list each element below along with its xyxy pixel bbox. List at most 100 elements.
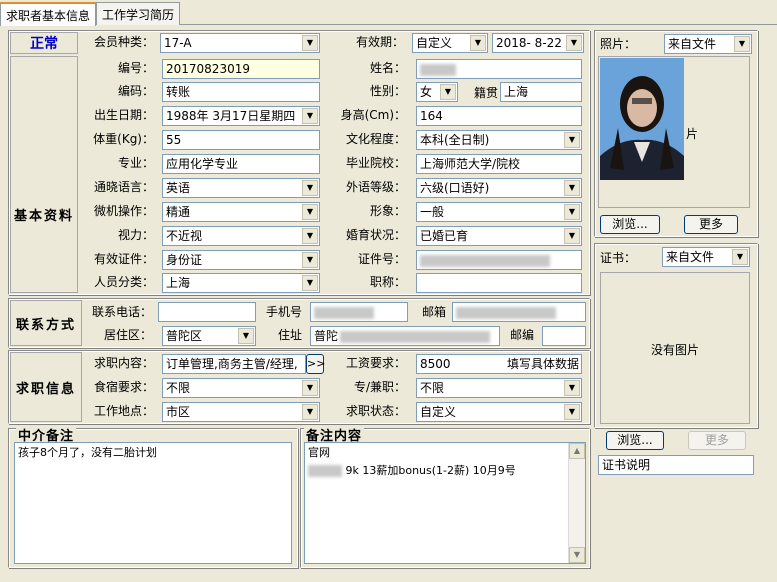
id-document-label: 有效证件： bbox=[93, 252, 154, 266]
number-field[interactable]: 20170823019 bbox=[162, 59, 320, 79]
cert-more-button[interactable]: 更多 bbox=[688, 431, 746, 450]
email-field[interactable] bbox=[452, 302, 586, 322]
job-section-title: 求职信息 bbox=[15, 382, 76, 397]
job-state-select[interactable]: 自定义 ▼ bbox=[416, 402, 582, 422]
number-label: 编号： bbox=[117, 61, 154, 75]
board-select[interactable]: 不限 ▼ bbox=[162, 378, 320, 398]
common-language-select[interactable]: 英语 ▼ bbox=[162, 178, 320, 198]
cert-number-field[interactable] bbox=[416, 250, 582, 270]
chevron-down-icon: ▼ bbox=[302, 35, 318, 51]
photo-label: 照片： bbox=[600, 37, 637, 51]
chevron-down-icon: ▼ bbox=[564, 132, 580, 148]
address-field[interactable]: 普陀 bbox=[310, 326, 500, 346]
zip-label: 邮编 bbox=[509, 328, 534, 342]
tab-label: 工作学习简历 bbox=[102, 8, 175, 22]
chevron-down-icon: ▼ bbox=[564, 404, 580, 420]
weight-field[interactable]: 55 bbox=[162, 130, 320, 150]
basic-section-title: 基本资料 bbox=[13, 209, 74, 224]
cert-browse-button[interactable]: 浏览... bbox=[606, 431, 664, 450]
person-class-label: 人员分类： bbox=[93, 275, 154, 289]
zip-field[interactable] bbox=[542, 326, 586, 346]
remark-textarea[interactable]: 官网 9k 13薪加bonus(1-2薪) 10月9号 ▲ ▼ bbox=[304, 442, 586, 564]
redacted-text bbox=[456, 306, 556, 319]
id-document-select[interactable]: 身份证 ▼ bbox=[162, 250, 320, 270]
foreign-language-select[interactable]: 六级(口语好) ▼ bbox=[416, 178, 582, 198]
job-content-field[interactable]: 订单管理,商务主管/经理, bbox=[162, 354, 306, 374]
gender-select[interactable]: 女 ▼ bbox=[416, 82, 458, 102]
portrait-image bbox=[600, 58, 684, 180]
education-label: 文化程度： bbox=[345, 132, 406, 146]
computer-skill-select[interactable]: 精通 ▼ bbox=[162, 202, 320, 222]
computer-skill-label: 微机操作： bbox=[93, 204, 154, 218]
agent-note-textarea[interactable]: 孩子8个月了，没有二胎计划 bbox=[14, 442, 292, 564]
contact-section-title: 联系方式 bbox=[15, 318, 76, 333]
chevron-down-icon: ▼ bbox=[566, 35, 582, 51]
salary-hint: 填写具体数据 bbox=[506, 357, 579, 371]
school-field[interactable]: 上海师范大学/院校 bbox=[416, 154, 582, 174]
photo-browse-button[interactable]: 浏览... bbox=[600, 215, 660, 234]
school-label: 毕业院校： bbox=[345, 156, 406, 170]
tab-work-history[interactable]: 工作学习简历 bbox=[96, 2, 181, 25]
job-content-more-button[interactable]: >> bbox=[306, 354, 325, 374]
parttime-select[interactable]: 不限 ▼ bbox=[416, 378, 582, 398]
chevron-down-icon: ▼ bbox=[302, 204, 318, 220]
salary-label: 工资要求： bbox=[345, 356, 406, 370]
name-label: 姓名： bbox=[369, 61, 406, 75]
cert-description-field[interactable]: 证书说明 bbox=[598, 455, 754, 475]
photo-more-button[interactable]: 更多 bbox=[684, 215, 738, 234]
mobile-field[interactable] bbox=[310, 302, 408, 322]
validity-label: 有效期： bbox=[355, 35, 404, 49]
candidate-photo bbox=[600, 58, 684, 180]
photo-source-select[interactable]: 来自文件 ▼ bbox=[664, 34, 752, 54]
cert-number-label: 证件号： bbox=[357, 252, 406, 266]
scroll-down-icon[interactable]: ▼ bbox=[569, 547, 585, 563]
email-label: 邮箱 bbox=[421, 305, 446, 319]
phone-field[interactable] bbox=[158, 302, 256, 322]
height-label: 身高(Cm)： bbox=[340, 108, 406, 122]
scroll-up-icon[interactable]: ▲ bbox=[569, 443, 585, 459]
major-field[interactable]: 应用化学专业 bbox=[162, 154, 320, 174]
redacted-text bbox=[420, 254, 550, 267]
chevron-down-icon: ▼ bbox=[564, 380, 580, 396]
validity-mode-select[interactable]: 自定义 ▼ bbox=[412, 33, 488, 53]
marital-select[interactable]: 已婚已育 ▼ bbox=[416, 226, 582, 246]
appearance-select[interactable]: 一般 ▼ bbox=[416, 202, 582, 222]
gender-label: 性别： bbox=[369, 84, 406, 98]
birth-date-picker[interactable]: 1988年 3月17日星期四 ▼ bbox=[162, 106, 320, 126]
tab-basic-info[interactable]: 求职者基本信息 bbox=[0, 2, 97, 26]
marital-label: 婚育状况： bbox=[345, 228, 406, 242]
native-place-field[interactable]: 上海 bbox=[500, 82, 582, 102]
cert-empty-text: 没有图片 bbox=[650, 343, 699, 357]
chevron-down-icon: ▼ bbox=[440, 84, 456, 100]
status-label: 正常 bbox=[30, 36, 58, 52]
height-field[interactable]: 164 bbox=[416, 106, 582, 126]
weight-label: 体重(Kg)： bbox=[93, 132, 154, 146]
chevron-down-icon: ▼ bbox=[470, 35, 486, 51]
district-label: 居住区： bbox=[103, 328, 152, 342]
birth-label: 出生日期： bbox=[93, 108, 154, 122]
vision-select[interactable]: 不近视 ▼ bbox=[162, 226, 320, 246]
validity-date-picker[interactable]: 2018- 8-22 ▼ bbox=[492, 33, 584, 53]
redacted-text bbox=[340, 330, 491, 343]
chevron-down-icon: ▼ bbox=[302, 108, 318, 124]
salary-field[interactable]: 8500 填写具体数据 bbox=[416, 354, 582, 374]
name-field[interactable] bbox=[416, 59, 582, 79]
chevron-down-icon: ▼ bbox=[302, 252, 318, 268]
chevron-down-icon: ▼ bbox=[732, 249, 748, 265]
native-place-label: 籍贯 bbox=[474, 86, 499, 100]
cert-label: 证书： bbox=[600, 251, 637, 265]
remark-scrollbar[interactable]: ▲ ▼ bbox=[568, 443, 585, 563]
redacted-text bbox=[420, 63, 456, 76]
code-field[interactable]: 转账 bbox=[162, 82, 320, 102]
cert-source-select[interactable]: 来自文件 ▼ bbox=[662, 247, 750, 267]
education-select[interactable]: 本科(全日制) ▼ bbox=[416, 130, 582, 150]
person-class-select[interactable]: 上海 ▼ bbox=[162, 273, 320, 293]
basic-section-cell bbox=[10, 56, 78, 293]
parttime-label: 专/兼职： bbox=[353, 380, 406, 394]
location-select[interactable]: 市区 ▼ bbox=[162, 402, 320, 422]
member-type-select[interactable]: 17-A ▼ bbox=[160, 33, 320, 53]
district-select[interactable]: 普陀区 ▼ bbox=[162, 326, 256, 346]
title-label: 职称： bbox=[369, 275, 406, 289]
chevron-down-icon: ▼ bbox=[564, 204, 580, 220]
title-field[interactable] bbox=[416, 273, 582, 293]
